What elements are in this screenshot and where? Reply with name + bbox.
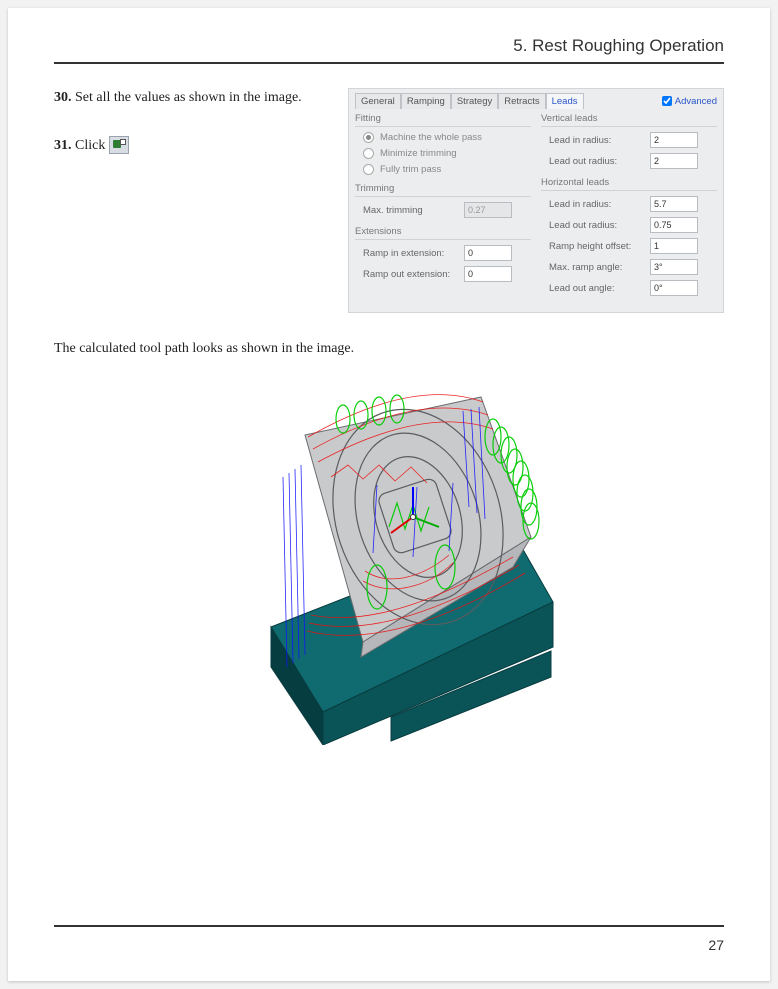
group-vertical-leads: Vertical leads Lead in radius: Lead out … <box>541 113 717 169</box>
radio-icon <box>363 148 374 159</box>
chapter-header: 5. Rest Roughing Operation <box>54 36 724 64</box>
tab-strip: General Ramping Strategy Retracts Leads <box>355 93 584 109</box>
rho-input[interactable] <box>650 238 698 254</box>
field-label: Max. trimming <box>363 205 458 216</box>
radio-label: Fully trim pass <box>380 164 441 175</box>
ramp-out-ext-input[interactable] <box>464 266 512 282</box>
tab-leads[interactable]: Leads <box>546 93 584 109</box>
field-lead-out-angle[interactable]: Lead out angle: <box>549 280 717 296</box>
group-title: Vertical leads <box>541 113 717 127</box>
field-label: Lead in radius: <box>549 199 644 210</box>
field-label: Ramp out extension: <box>363 269 458 280</box>
field-label: Lead in radius: <box>549 135 644 146</box>
vlead-in-input[interactable] <box>650 132 698 148</box>
step-text: Click <box>75 138 109 153</box>
hlead-in-input[interactable] <box>650 196 698 212</box>
group-title: Fitting <box>355 113 531 127</box>
ramp-in-ext-input[interactable] <box>464 245 512 261</box>
radio-machine-whole-pass[interactable]: Machine the whole pass <box>363 132 531 143</box>
mra-input[interactable] <box>650 259 698 275</box>
field-max-ramp-angle[interactable]: Max. ramp angle: <box>549 259 717 275</box>
field-max-trimming: Max. trimming <box>363 202 531 218</box>
step-number: 30. <box>54 90 72 105</box>
group-fitting: Fitting Machine the whole pass Minimize … <box>355 113 531 175</box>
field-label: Ramp height offset: <box>549 241 644 252</box>
vlead-out-input[interactable] <box>650 153 698 169</box>
field-label: Lead out radius: <box>549 220 644 231</box>
page-number: 27 <box>708 937 724 953</box>
radio-minimize-trimming[interactable]: Minimize trimming <box>363 148 531 159</box>
steps-column: 30. Set all the values as shown in the i… <box>54 88 334 183</box>
content-row: 30. Set all the values as shown in the i… <box>54 88 724 313</box>
advanced-check[interactable] <box>662 96 672 106</box>
field-hlead-in[interactable]: Lead in radius: <box>549 196 717 212</box>
field-hlead-out[interactable]: Lead out radius: <box>549 217 717 233</box>
tab-general[interactable]: General <box>355 93 401 109</box>
field-label: Lead out radius: <box>549 156 644 167</box>
radio-icon <box>363 132 374 143</box>
group-trimming: Trimming Max. trimming <box>355 183 531 218</box>
group-title: Trimming <box>355 183 531 197</box>
footer-rule <box>54 925 724 927</box>
settings-dialog: General Ramping Strategy Retracts Leads … <box>348 88 724 313</box>
left-column: Fitting Machine the whole pass Minimize … <box>355 113 531 304</box>
field-label: Ramp in extension: <box>363 248 458 259</box>
field-ramp-in-ext[interactable]: Ramp in extension: <box>363 245 531 261</box>
radio-label: Machine the whole pass <box>380 132 482 143</box>
step-number: 31. <box>54 138 72 153</box>
field-vlead-in[interactable]: Lead in radius: <box>549 132 717 148</box>
field-label: Lead out angle: <box>549 283 644 294</box>
advanced-label: Advanced <box>675 96 717 107</box>
tab-ramping[interactable]: Ramping <box>401 93 451 109</box>
save-calculate-icon <box>109 136 129 154</box>
radio-label: Minimize trimming <box>380 148 457 159</box>
field-vlead-out[interactable]: Lead out radius: <box>549 153 717 169</box>
toolpath-svg <box>213 367 565 745</box>
field-label: Max. ramp angle: <box>549 262 644 273</box>
radio-fully-trim-pass[interactable]: Fully trim pass <box>363 164 531 175</box>
step-30: 30. Set all the values as shown in the i… <box>54 88 334 108</box>
right-column: Vertical leads Lead in radius: Lead out … <box>541 113 717 304</box>
field-ramp-out-ext[interactable]: Ramp out extension: <box>363 266 531 282</box>
tab-strategy[interactable]: Strategy <box>451 93 498 109</box>
toolpath-figure <box>213 367 565 745</box>
group-title: Extensions <box>355 226 531 240</box>
group-extensions: Extensions Ramp in extension: Ramp out e… <box>355 226 531 282</box>
step-31: 31. Click <box>54 136 334 156</box>
advanced-checkbox[interactable]: Advanced <box>662 96 717 107</box>
radio-icon <box>363 164 374 175</box>
group-horizontal-leads: Horizontal leads Lead in radius: Lead ou… <box>541 177 717 296</box>
tab-retracts[interactable]: Retracts <box>498 93 545 109</box>
max-trimming-input <box>464 202 512 218</box>
toolpath-caption: The calculated tool path looks as shown … <box>54 341 724 357</box>
hlead-out-input[interactable] <box>650 217 698 233</box>
group-title: Horizontal leads <box>541 177 717 191</box>
field-ramp-height-offset[interactable]: Ramp height offset: <box>549 238 717 254</box>
loa-input[interactable] <box>650 280 698 296</box>
step-text: Set all the values as shown in the image… <box>75 90 302 105</box>
